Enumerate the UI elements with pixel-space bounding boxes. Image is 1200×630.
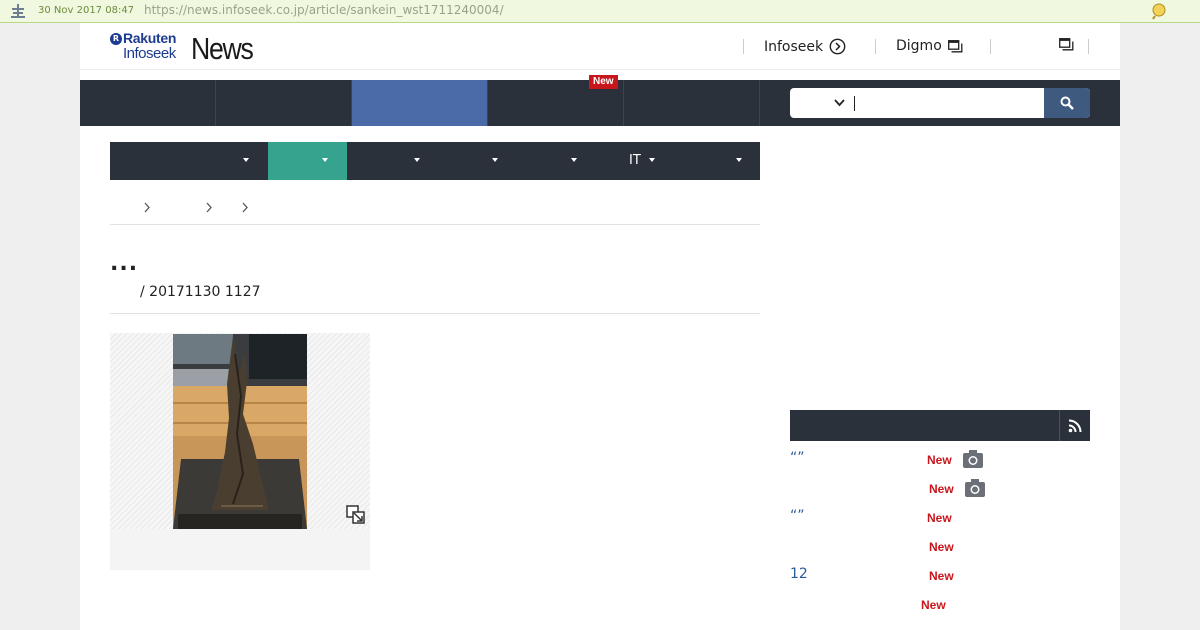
- header-separator: [1088, 39, 1089, 54]
- archive-date: 30 Nov 2017 08:47: [38, 5, 135, 16]
- category-item[interactable]: [347, 142, 426, 180]
- ranking-item[interactable]: New: [790, 537, 990, 557]
- new-badge: New: [927, 511, 952, 525]
- category-item-active[interactable]: [268, 142, 347, 180]
- divider: [110, 224, 760, 225]
- archive-bar: 30 Nov 2017 08:47 https://news.infoseek.…: [0, 0, 1200, 23]
- category-label: IT: [629, 153, 641, 168]
- category-item[interactable]: IT: [584, 142, 663, 180]
- article-photo[interactable]: [173, 334, 307, 529]
- main-nav-tab[interactable]: [80, 80, 216, 126]
- main-nav-tab[interactable]: [624, 80, 760, 126]
- category-item[interactable]: [426, 142, 505, 180]
- main-nav-tab-active[interactable]: [352, 80, 488, 126]
- chevron-right-icon: [206, 202, 212, 213]
- chevron-down-icon: [834, 99, 845, 107]
- caret-down-icon: [322, 158, 328, 162]
- caret-down-icon: [414, 158, 420, 162]
- search-caret: [854, 96, 855, 111]
- header-divider: [80, 69, 1120, 70]
- logo-infoseek: Infoseek: [123, 45, 176, 62]
- article-figure: [110, 333, 370, 570]
- search-icon: [1060, 96, 1074, 110]
- category-item[interactable]: [505, 142, 584, 180]
- header-link-infoseek[interactable]: Infoseek: [764, 38, 846, 55]
- header-link-external[interactable]: [1053, 38, 1074, 51]
- ranking-header: [790, 410, 1090, 441]
- chevron-right-icon: [242, 202, 248, 213]
- caret-down-icon: [492, 158, 498, 162]
- rakuten-r-icon: R: [110, 33, 122, 45]
- ranking-item[interactable]: New: [790, 595, 990, 615]
- caret-down-icon: [571, 158, 577, 162]
- header-separator: [743, 39, 744, 54]
- caret-down-icon: [243, 158, 249, 162]
- article-meta: / 20171130 1127: [140, 284, 261, 300]
- header-link-digmo[interactable]: Digmo: [896, 38, 963, 54]
- logo-news: News: [191, 31, 254, 66]
- archive-url[interactable]: https://news.infoseek.co.jp/article/sank…: [144, 3, 504, 17]
- camera-icon: [963, 450, 983, 468]
- caret-down-icon: [649, 158, 655, 162]
- ranking-item[interactable]: “” New: [790, 450, 990, 470]
- ranking-item-text: 12: [790, 566, 808, 582]
- header-link-label: Infoseek: [764, 38, 824, 55]
- circle-arrow-right-icon: [829, 38, 846, 55]
- ranking-item[interactable]: 12 New: [790, 566, 990, 586]
- camera-icon: [965, 479, 985, 497]
- archive-help-icon[interactable]: [1150, 3, 1168, 20]
- rss-button[interactable]: [1059, 410, 1090, 441]
- new-badge: New: [929, 540, 954, 554]
- divider: [110, 313, 760, 314]
- category-nav: IT: [110, 142, 760, 180]
- rss-icon: [1068, 419, 1082, 432]
- search-button[interactable]: [1044, 88, 1090, 118]
- main-nav-tab[interactable]: New: [488, 75, 624, 126]
- ranking-item[interactable]: “” New: [790, 508, 990, 528]
- logo-rakuten: Rakuten: [123, 30, 177, 46]
- category-item[interactable]: [663, 142, 760, 180]
- search-input[interactable]: [856, 88, 1044, 118]
- header-separator: [875, 39, 876, 54]
- header-separator: [990, 39, 991, 54]
- header-link-label: Digmo: [896, 38, 942, 54]
- caret-down-icon: [736, 158, 742, 162]
- main-nav-tab[interactable]: [216, 80, 352, 126]
- ranking-item-text: “”: [790, 450, 805, 466]
- new-badge: New: [921, 598, 946, 612]
- new-badge: New: [927, 453, 952, 467]
- archive-logo-icon[interactable]: [9, 3, 27, 19]
- new-badge: New: [589, 75, 618, 89]
- new-badge: New: [929, 569, 954, 583]
- ranking-item-text: “”: [790, 508, 805, 524]
- external-window-icon: [1059, 38, 1074, 51]
- page: R Rakuten Infoseek News Infoseek Digmo N…: [80, 23, 1120, 630]
- external-window-icon: [947, 39, 963, 52]
- ranking-item[interactable]: New: [790, 479, 990, 499]
- search-scope-select[interactable]: [790, 88, 854, 118]
- new-badge: New: [929, 482, 954, 496]
- site-logo[interactable]: R Rakuten Infoseek News: [110, 30, 270, 71]
- search-box: [790, 88, 1090, 118]
- category-item[interactable]: [110, 142, 268, 180]
- chevron-right-icon: [144, 202, 150, 213]
- article-title: ...: [110, 251, 139, 276]
- expand-image-icon[interactable]: [346, 505, 366, 525]
